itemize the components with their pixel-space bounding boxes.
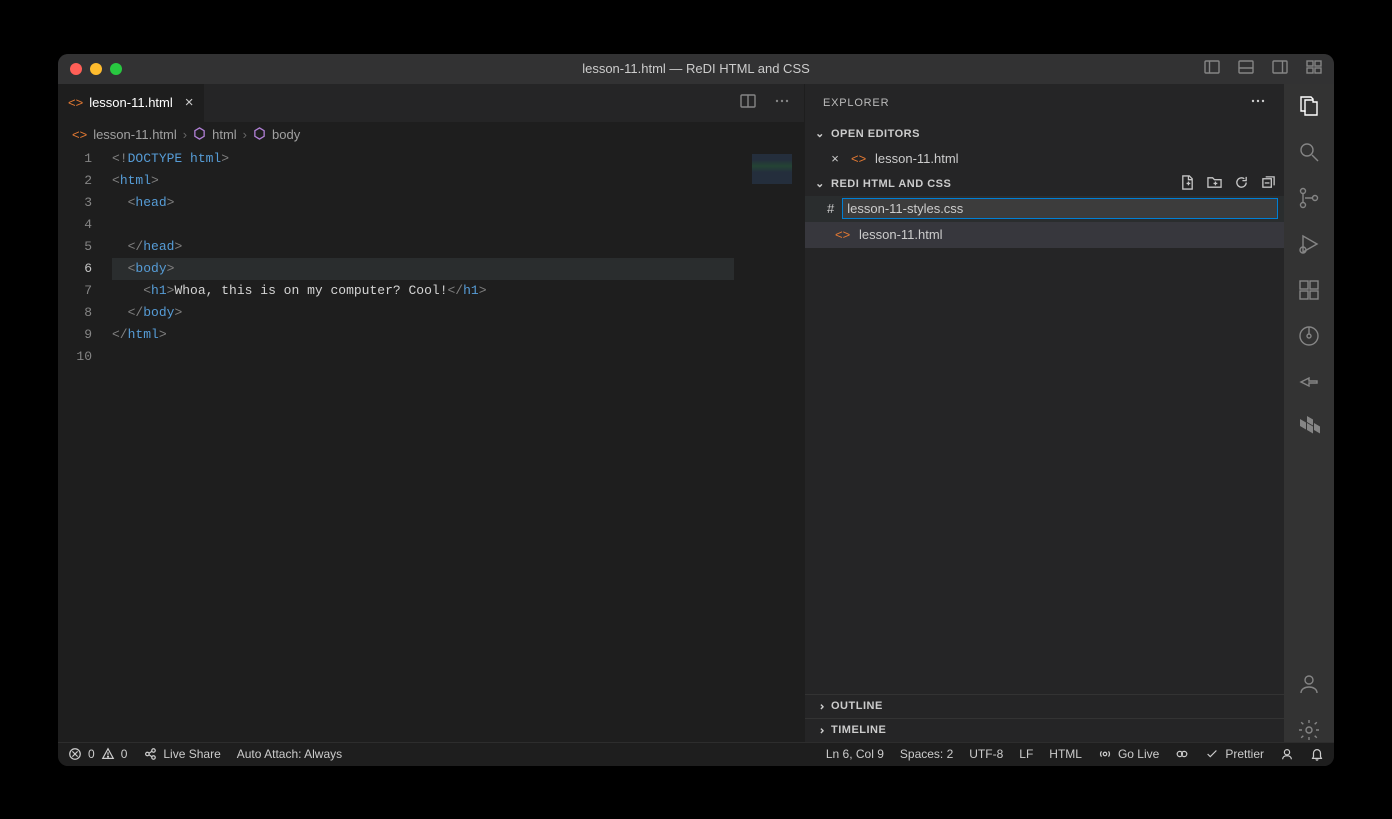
terraform-icon[interactable] <box>1297 416 1321 440</box>
more-actions-icon[interactable] <box>1250 93 1266 112</box>
code-content[interactable]: <!DOCTYPE html><html> <head> </head> <bo… <box>112 148 744 742</box>
window-close-button[interactable] <box>70 63 82 75</box>
chevron-right-icon: ⌄ <box>814 723 827 737</box>
open-editors-section[interactable]: ⌄ OPEN EDITORS <box>805 122 1284 146</box>
collapse-all-icon[interactable] <box>1261 175 1276 193</box>
chevron-right-icon: ⌄ <box>814 699 827 713</box>
html-file-icon: <> <box>851 151 867 166</box>
workspace-actions <box>1180 175 1276 193</box>
explorer-title: EXPLORER <box>823 97 889 109</box>
traffic-lights <box>70 63 122 75</box>
timeline-label: TIMELINE <box>831 724 886 736</box>
new-file-icon[interactable] <box>1180 175 1195 193</box>
html-file-icon: <> <box>835 227 851 242</box>
status-notifications-icon[interactable] <box>1310 747 1324 761</box>
breadcrumb-body[interactable]: body <box>272 127 300 142</box>
editor-group: <> lesson-11.html × <> lesson-11.html › … <box>58 84 804 742</box>
new-folder-icon[interactable] <box>1207 175 1222 193</box>
tab-close-icon[interactable]: × <box>185 94 194 111</box>
explorer-icon[interactable] <box>1297 94 1321 118</box>
source-control-icon[interactable] <box>1297 186 1321 210</box>
html-file-icon: <> <box>72 127 87 142</box>
status-bar: 0 0 Live Share Auto Attach: Always Ln 6,… <box>58 742 1334 766</box>
tab-label: lesson-11.html <box>89 95 173 110</box>
warning-count: 0 <box>121 747 128 761</box>
status-live-share[interactable]: Live Share <box>143 747 220 761</box>
chevron-right-icon: › <box>183 127 187 142</box>
status-language[interactable]: HTML <box>1049 747 1082 761</box>
status-cursor-position[interactable]: Ln 6, Col 9 <box>826 747 884 761</box>
more-actions-icon[interactable] <box>774 93 790 112</box>
symbol-icon <box>253 127 266 143</box>
toggle-secondary-sidebar-icon[interactable] <box>1272 59 1288 78</box>
editor-tabs: <> lesson-11.html × <box>58 84 804 122</box>
workspace-section[interactable]: ⌄ REDI HTML AND CSS <box>805 172 1284 196</box>
gitlens-icon[interactable] <box>1297 324 1321 348</box>
window-minimize-button[interactable] <box>90 63 102 75</box>
status-indentation[interactable]: Spaces: 2 <box>900 747 953 761</box>
open-editor-filename: lesson-11.html <box>875 151 959 166</box>
outline-section[interactable]: ⌄ OUTLINE <box>805 694 1284 718</box>
breadcrumb-file[interactable]: lesson-11.html <box>93 127 177 142</box>
timeline-section[interactable]: ⌄ TIMELINE <box>805 718 1284 742</box>
status-problems[interactable]: 0 0 <box>68 747 127 761</box>
editor-tab-active[interactable]: <> lesson-11.html × <box>58 84 205 122</box>
outline-label: OUTLINE <box>831 700 883 712</box>
status-feedback-icon[interactable] <box>1280 747 1294 761</box>
workspace-label: REDI HTML AND CSS <box>831 178 951 190</box>
vscode-window: lesson-11.html — ReDI HTML and CSS <> le… <box>58 54 1334 766</box>
code-editor[interactable]: 12345678910 <!DOCTYPE html><html> <head>… <box>58 148 804 742</box>
open-editors-label: OPEN EDITORS <box>831 128 920 140</box>
minimap[interactable] <box>744 148 804 742</box>
settings-gear-icon[interactable] <box>1297 718 1321 742</box>
status-eol[interactable]: LF <box>1019 747 1033 761</box>
status-copilot[interactable] <box>1175 747 1189 761</box>
tab-actions <box>740 84 804 122</box>
file-name: lesson-11.html <box>859 227 943 242</box>
status-prettier[interactable]: Prettier <box>1205 747 1264 761</box>
close-icon[interactable]: × <box>827 151 843 166</box>
line-gutter: 12345678910 <box>58 148 112 742</box>
symbol-icon <box>193 127 206 143</box>
window-maximize-button[interactable] <box>110 63 122 75</box>
file-tree-item[interactable]: <> lesson-11.html <box>805 222 1284 248</box>
new-file-input[interactable] <box>842 198 1278 219</box>
live-share-icon[interactable] <box>1297 370 1321 394</box>
new-file-input-row: # <box>805 196 1284 222</box>
explorer-panel: EXPLORER ⌄ OPEN EDITORS × <> lesson-11.h… <box>804 84 1284 742</box>
run-debug-icon[interactable] <box>1297 232 1321 256</box>
customize-layout-icon[interactable] <box>1306 59 1322 78</box>
breadcrumb-html[interactable]: html <box>212 127 237 142</box>
explorer-header: EXPLORER <box>805 84 1284 122</box>
main-area: <> lesson-11.html × <> lesson-11.html › … <box>58 84 1334 742</box>
toggle-panel-icon[interactable] <box>1238 59 1254 78</box>
activity-bar <box>1284 84 1334 742</box>
css-file-icon: # <box>827 201 834 216</box>
status-encoding[interactable]: UTF-8 <box>969 747 1003 761</box>
chevron-down-icon: ⌄ <box>813 127 827 140</box>
html-file-icon: <> <box>68 95 83 110</box>
search-icon[interactable] <box>1297 140 1321 164</box>
toggle-primary-sidebar-icon[interactable] <box>1204 59 1220 78</box>
window-title: lesson-11.html — ReDI HTML and CSS <box>582 61 810 76</box>
status-auto-attach[interactable]: Auto Attach: Always <box>237 747 342 761</box>
open-editor-item[interactable]: × <> lesson-11.html <box>805 146 1284 172</box>
chevron-right-icon: › <box>243 127 247 142</box>
accounts-icon[interactable] <box>1297 672 1321 696</box>
refresh-icon[interactable] <box>1234 175 1249 193</box>
split-editor-icon[interactable] <box>740 93 756 112</box>
status-go-live[interactable]: Go Live <box>1098 747 1159 761</box>
error-count: 0 <box>88 747 95 761</box>
title-layout-controls <box>1204 59 1322 78</box>
chevron-down-icon: ⌄ <box>813 177 827 190</box>
breadcrumbs[interactable]: <> lesson-11.html › html › body <box>58 122 804 148</box>
extensions-icon[interactable] <box>1297 278 1321 302</box>
titlebar: lesson-11.html — ReDI HTML and CSS <box>58 54 1334 84</box>
